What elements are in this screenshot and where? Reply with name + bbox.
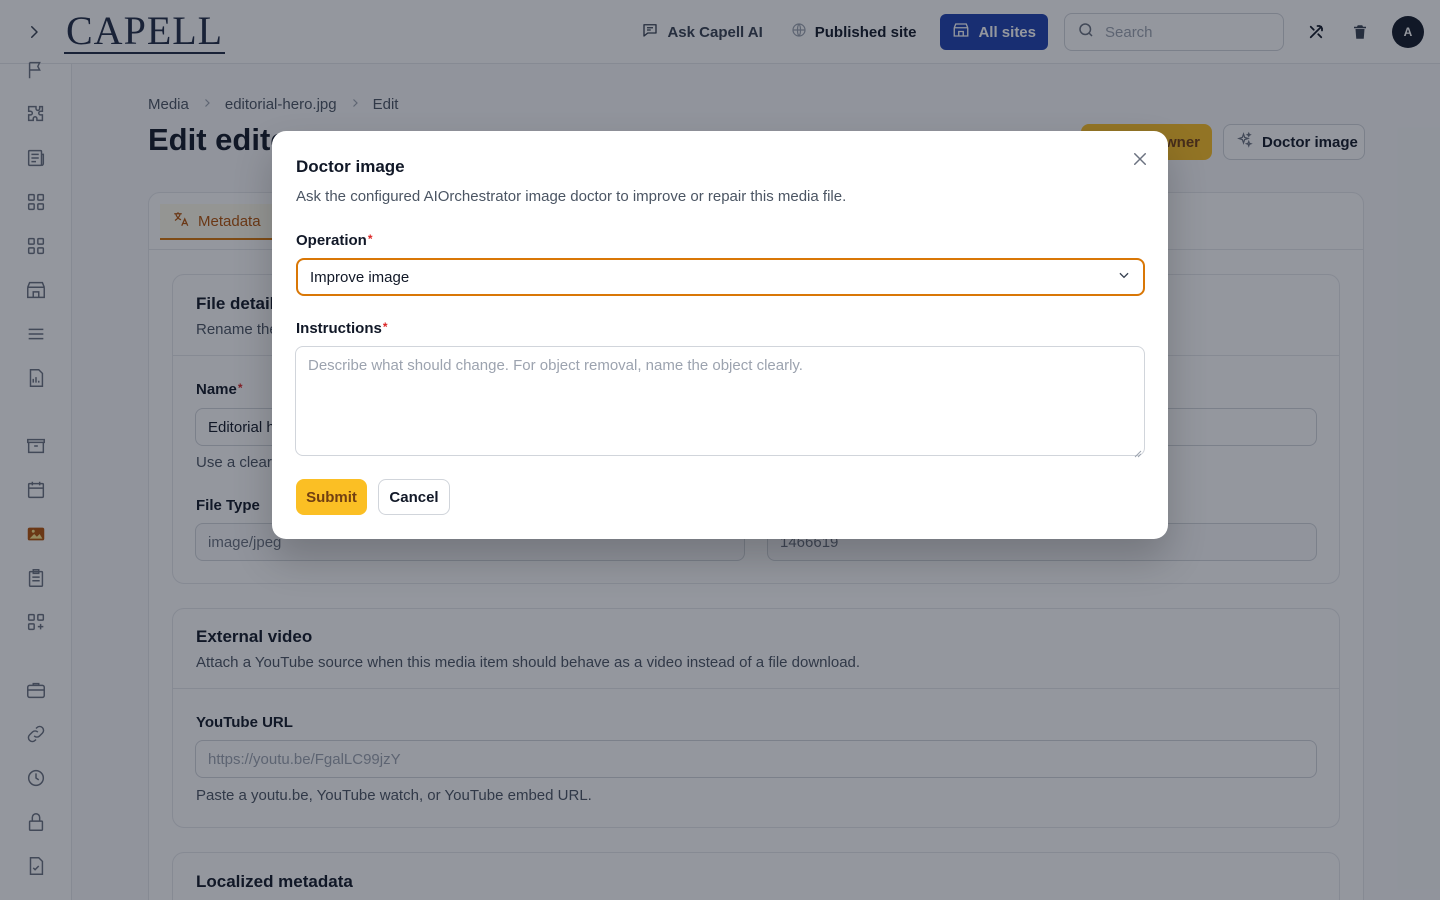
instructions-label: Instructions* [296,320,388,337]
operation-value: Improve image [310,268,410,286]
required-mark: * [367,232,373,246]
close-icon[interactable] [1128,147,1152,171]
instructions-placeholder: Describe what should change. For object … [308,357,803,374]
chevron-down-icon [1117,268,1131,286]
instructions-label-text: Instructions [296,320,382,337]
submit-button[interactable]: Submit [296,479,367,515]
required-mark: * [382,320,388,334]
operation-label: Operation* [296,232,373,249]
cancel-button[interactable]: Cancel [378,479,450,515]
modal-title: Doctor image [296,157,405,176]
operation-label-text: Operation [296,232,367,249]
resize-handle-icon[interactable] [1134,445,1142,458]
doctor-image-modal: Doctor image Ask the configured AIOrches… [272,131,1168,539]
modal-description: Ask the configured AIOrchestrator image … [296,188,847,205]
instructions-textarea[interactable]: Describe what should change. For object … [295,346,1145,458]
operation-select[interactable]: Improve image [296,258,1145,296]
